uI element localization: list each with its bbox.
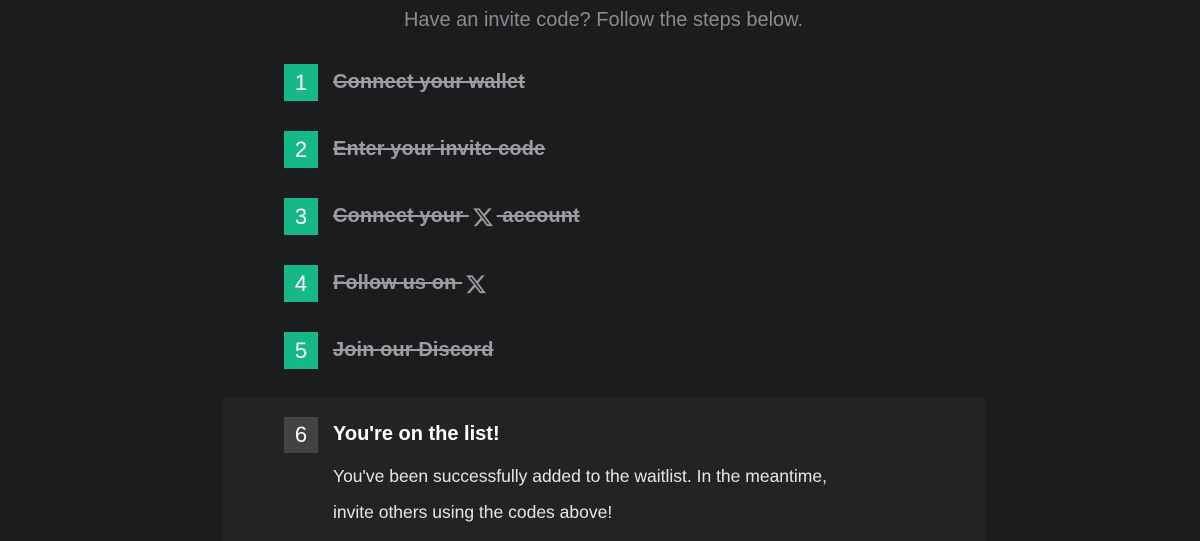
step-follow-on-x[interactable]: 4 Follow us on <box>284 265 984 302</box>
step-number-badge: 3 <box>284 198 318 235</box>
confirmation-message: You've been successfully added to the wa… <box>333 458 963 530</box>
step-label: Follow us on <box>333 272 490 295</box>
step-label: Connect your wallet <box>333 71 525 93</box>
step-number-badge: 6 <box>284 417 318 453</box>
waitlist-confirmation-panel: 6 You're on the list! You've been succes… <box>223 397 985 541</box>
page-subtitle: Have an invite code? Follow the steps be… <box>403 9 804 31</box>
step-label: Enter your invite code <box>333 138 546 160</box>
waitlist-page: Have an invite code? Follow the steps be… <box>0 0 1200 541</box>
step-number-badge: 2 <box>284 131 318 168</box>
confirmation-message-line: You've been successfully added to the wa… <box>333 466 827 486</box>
step-label: Connect your account <box>333 205 580 228</box>
confirmation-title: You're on the list! <box>333 423 500 445</box>
step-connect-x-account[interactable]: 3 Connect your account <box>284 198 984 235</box>
confirmation-message-line: invite others using the codes above! <box>333 502 613 522</box>
step-label: Join our Discord <box>333 339 494 361</box>
step-label-text: Follow us on <box>333 272 463 294</box>
step-enter-invite-code[interactable]: 2 Enter your invite code <box>284 131 984 168</box>
step-join-discord[interactable]: 5 Join our Discord <box>284 332 984 369</box>
step-number-badge: 1 <box>284 64 318 101</box>
steps-list: 1 Connect your wallet 2 Enter your invit… <box>284 64 984 399</box>
step-label-text: account <box>496 205 580 227</box>
step-number-badge: 4 <box>284 265 318 302</box>
step-label-text: Connect your <box>333 205 469 227</box>
x-logo-icon <box>466 274 486 294</box>
step-connect-wallet[interactable]: 1 Connect your wallet <box>284 64 984 101</box>
step-number-badge: 5 <box>284 332 318 369</box>
x-logo-icon <box>473 207 493 227</box>
